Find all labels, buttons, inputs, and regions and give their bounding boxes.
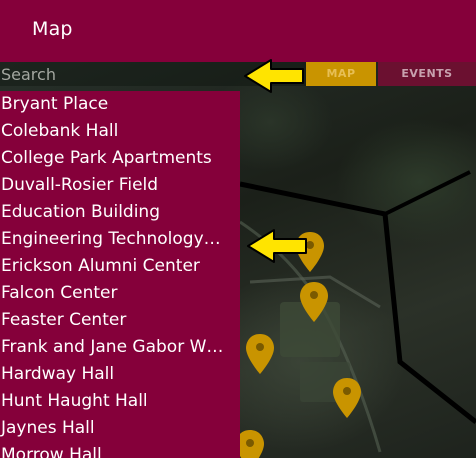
list-item[interactable]: Falcon Center bbox=[0, 280, 240, 307]
list-item[interactable]: Hunt Haught Hall bbox=[0, 388, 240, 415]
list-item[interactable]: Jaynes Hall bbox=[0, 415, 240, 442]
list-item[interactable]: Frank and Jane Gabor W… bbox=[0, 334, 240, 361]
app-bar: Map bbox=[0, 0, 476, 62]
list-item[interactable]: Education Building bbox=[0, 199, 240, 226]
list-item[interactable]: Feaster Center bbox=[0, 307, 240, 334]
tab-map[interactable]: MAP bbox=[306, 62, 376, 86]
arrow-left-icon bbox=[244, 59, 304, 93]
list-item[interactable]: Morrow Hall bbox=[0, 442, 240, 458]
tab-events[interactable]: EVENTS bbox=[378, 62, 476, 86]
arrow-left-icon bbox=[247, 229, 307, 263]
list-item[interactable]: Colebank Hall bbox=[0, 118, 240, 145]
map-pin-icon[interactable] bbox=[333, 378, 361, 418]
map-pin-icon[interactable] bbox=[246, 334, 274, 374]
list-item[interactable]: Erickson Alumni Center bbox=[0, 253, 240, 280]
list-item[interactable]: Hardway Hall bbox=[0, 361, 240, 388]
map-pin-icon[interactable] bbox=[236, 430, 264, 458]
location-list[interactable]: Bryant Place Colebank Hall College Park … bbox=[0, 91, 240, 458]
list-item[interactable]: Bryant Place bbox=[0, 91, 240, 118]
app-bar-title: Map bbox=[32, 18, 73, 40]
list-item[interactable]: College Park Apartments bbox=[0, 145, 240, 172]
list-item[interactable]: Duvall-Rosier Field bbox=[0, 172, 240, 199]
list-item[interactable]: Engineering Technology… bbox=[0, 226, 240, 253]
